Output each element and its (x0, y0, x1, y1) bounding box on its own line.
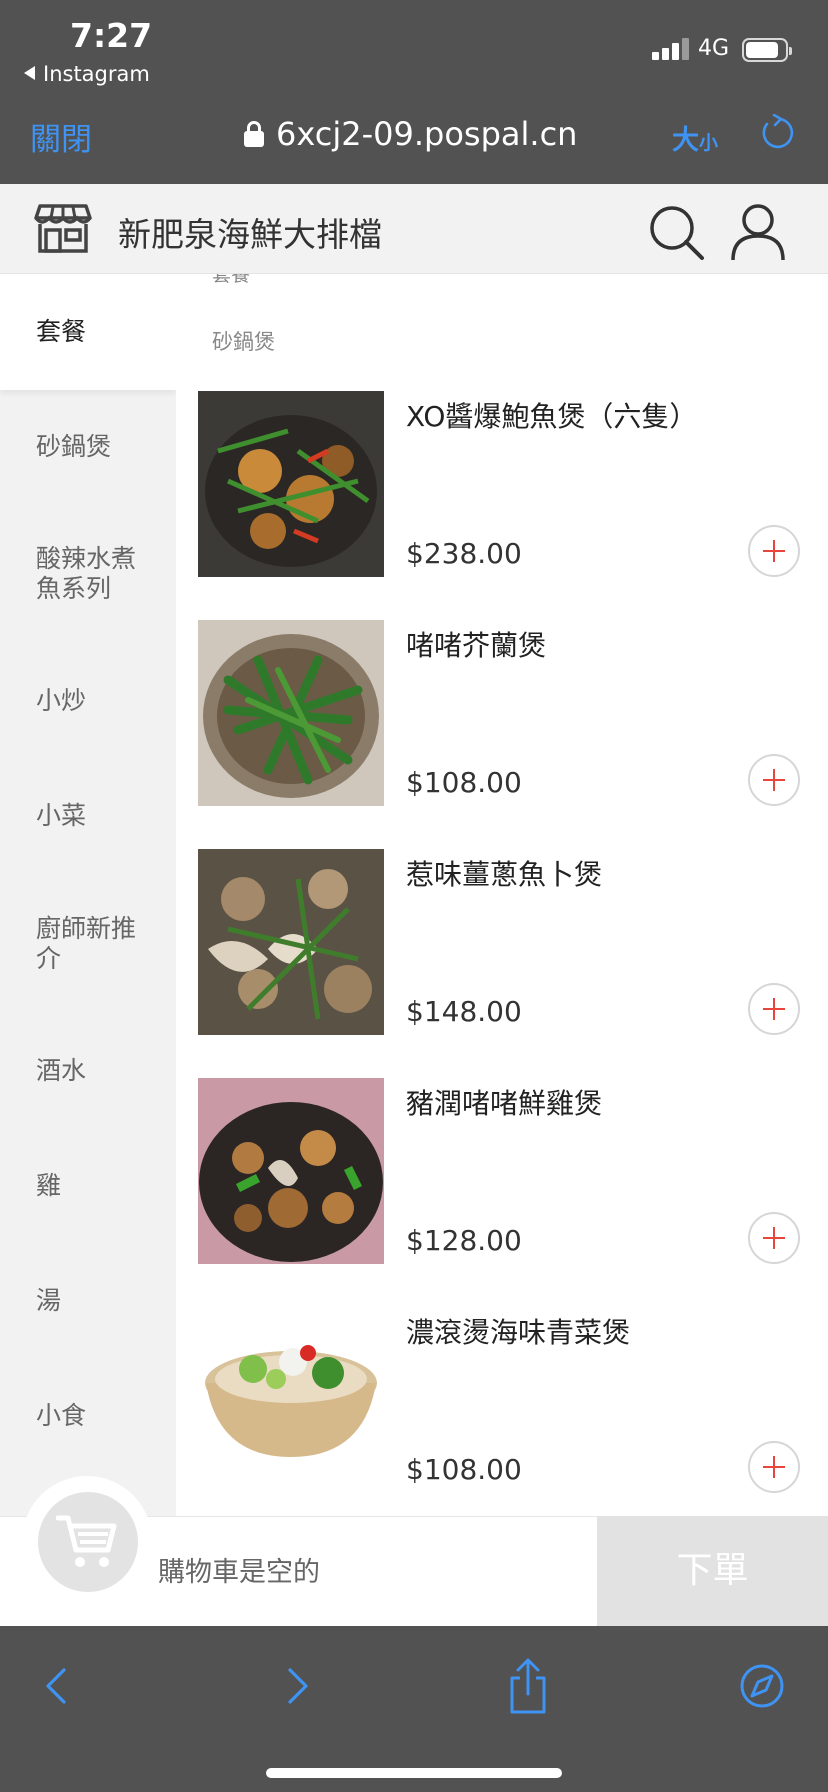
category-item-spicy-fish[interactable]: 酸辣水煮魚系列 (0, 544, 176, 604)
chevron-right-icon (288, 1668, 308, 1704)
battery-icon (742, 38, 792, 62)
shop-header: 新肥泉海鮮大排檔 (0, 184, 828, 274)
back-triangle-icon (24, 66, 35, 80)
share-icon (510, 1658, 546, 1714)
add-to-cart-button[interactable] (748, 1441, 800, 1493)
share-button[interactable] (498, 1656, 558, 1716)
category-label: 酸辣水煮魚系列 (36, 544, 137, 603)
category-label: 小菜 (36, 801, 87, 830)
product-item[interactable]: XO醬爆鮑魚煲（六隻） $238.00 (198, 391, 828, 577)
product-item[interactable]: 豬潤啫啫鮮雞煲 $128.00 (198, 1078, 828, 1264)
product-image (198, 391, 384, 577)
category-item-side-dishes[interactable]: 小菜 (0, 801, 176, 831)
category-label: 套餐 (36, 317, 87, 346)
product-item[interactable]: 濃滾燙海味青菜煲 $108.00 (198, 1307, 828, 1493)
category-label: 酒水 (36, 1056, 87, 1085)
back-app-label: Instagram (43, 62, 150, 86)
product-item[interactable]: 惹味薑蔥魚卜煲 $148.00 (198, 849, 828, 1035)
reload-icon (762, 113, 794, 149)
account-button[interactable] (730, 202, 786, 262)
add-to-cart-button[interactable] (748, 1212, 800, 1264)
product-name: 啫啫芥蘭煲 (406, 629, 547, 662)
shopping-cart-icon (56, 1515, 117, 1567)
category-item-soup[interactable]: 湯 (0, 1286, 176, 1316)
open-in-safari-button[interactable] (732, 1656, 792, 1716)
product-list: 套餐 砂鍋煲 XO醬爆鮑魚煲（六隻） $238.00 啫啫芥蘭煲 $108.00… (176, 274, 828, 1516)
product-image (198, 620, 384, 806)
product-name: XO醬爆鮑魚煲（六隻） (406, 400, 698, 433)
category-item-claypot[interactable]: 砂鍋煲 (0, 432, 176, 462)
category-label: 廚師新推介 (36, 914, 137, 973)
add-to-cart-button[interactable] (748, 983, 800, 1035)
product-name: 惹味薑蔥魚卜煲 (406, 858, 603, 891)
compass-icon (740, 1664, 784, 1708)
product-price: $238.00 (406, 537, 522, 570)
url-text: 6xcj2-09.pospal.cn (276, 115, 578, 153)
size-small-label: 小 (699, 132, 719, 154)
reload-button[interactable] (758, 113, 794, 152)
previous-section-title: 套餐 (212, 274, 251, 286)
close-button[interactable]: 關閉 (30, 114, 92, 159)
lock-icon (244, 121, 264, 147)
user-icon (731, 204, 785, 261)
product-image (198, 1307, 384, 1493)
search-icon (650, 206, 704, 260)
category-label: 雞 (36, 1171, 62, 1200)
product-item[interactable]: 啫啫芥蘭煲 $108.00 (198, 620, 828, 806)
add-to-cart-button[interactable] (748, 754, 800, 806)
category-sidebar: 套餐 砂鍋煲 酸辣水煮魚系列 小炒 小菜 廚師新推介 酒水 雞 湯 小食 (0, 274, 176, 1516)
category-item-chef-recommend[interactable]: 廚師新推介 (0, 914, 176, 974)
category-item-snacks[interactable]: 小食 (0, 1401, 176, 1431)
network-label: 4G (698, 36, 730, 61)
product-price: $148.00 (406, 995, 522, 1028)
category-label: 砂鍋煲 (36, 432, 112, 461)
add-to-cart-button[interactable] (748, 525, 800, 577)
section-title: 砂鍋煲 (212, 330, 275, 354)
signal-icon (652, 38, 692, 60)
cart-button[interactable] (38, 1492, 138, 1592)
category-item-stir-fry[interactable]: 小炒 (0, 686, 176, 716)
category-label: 湯 (36, 1286, 62, 1315)
product-image (198, 849, 384, 1035)
category-label: 小食 (36, 1401, 87, 1430)
category-item-set-meals[interactable]: 套餐 (0, 274, 176, 390)
search-button[interactable] (648, 204, 706, 262)
product-image (198, 1078, 384, 1264)
forward-button[interactable] (266, 1656, 326, 1716)
chevron-left-icon (46, 1668, 66, 1704)
place-order-button[interactable]: 下單 (597, 1516, 828, 1626)
product-name: 濃滾燙海味青菜煲 (406, 1316, 631, 1349)
status-time: 7:27 (70, 16, 153, 55)
cart-empty-text: 購物車是空的 (158, 1557, 320, 1588)
store-icon (34, 202, 92, 254)
back-button[interactable] (28, 1656, 88, 1716)
shop-name: 新肥泉海鮮大排檔 (118, 215, 382, 254)
back-to-app-link[interactable]: Instagram (24, 62, 150, 86)
product-price: $128.00 (406, 1224, 522, 1257)
browser-top-bar: 7:27 Instagram 4G 關閉 6xcj2-09.pospal.cn … (0, 0, 828, 184)
home-indicator (266, 1768, 562, 1778)
category-label: 小炒 (36, 686, 87, 715)
product-price: $108.00 (406, 1453, 522, 1486)
product-price: $108.00 (406, 766, 522, 799)
category-item-chicken[interactable]: 雞 (0, 1171, 176, 1201)
text-size-button[interactable]: 大小 (672, 118, 718, 157)
product-name: 豬潤啫啫鮮雞煲 (406, 1087, 603, 1120)
category-item-drinks[interactable]: 酒水 (0, 1056, 176, 1086)
address-bar[interactable]: 6xcj2-09.pospal.cn (244, 112, 577, 156)
size-big-label: 大 (672, 125, 699, 156)
